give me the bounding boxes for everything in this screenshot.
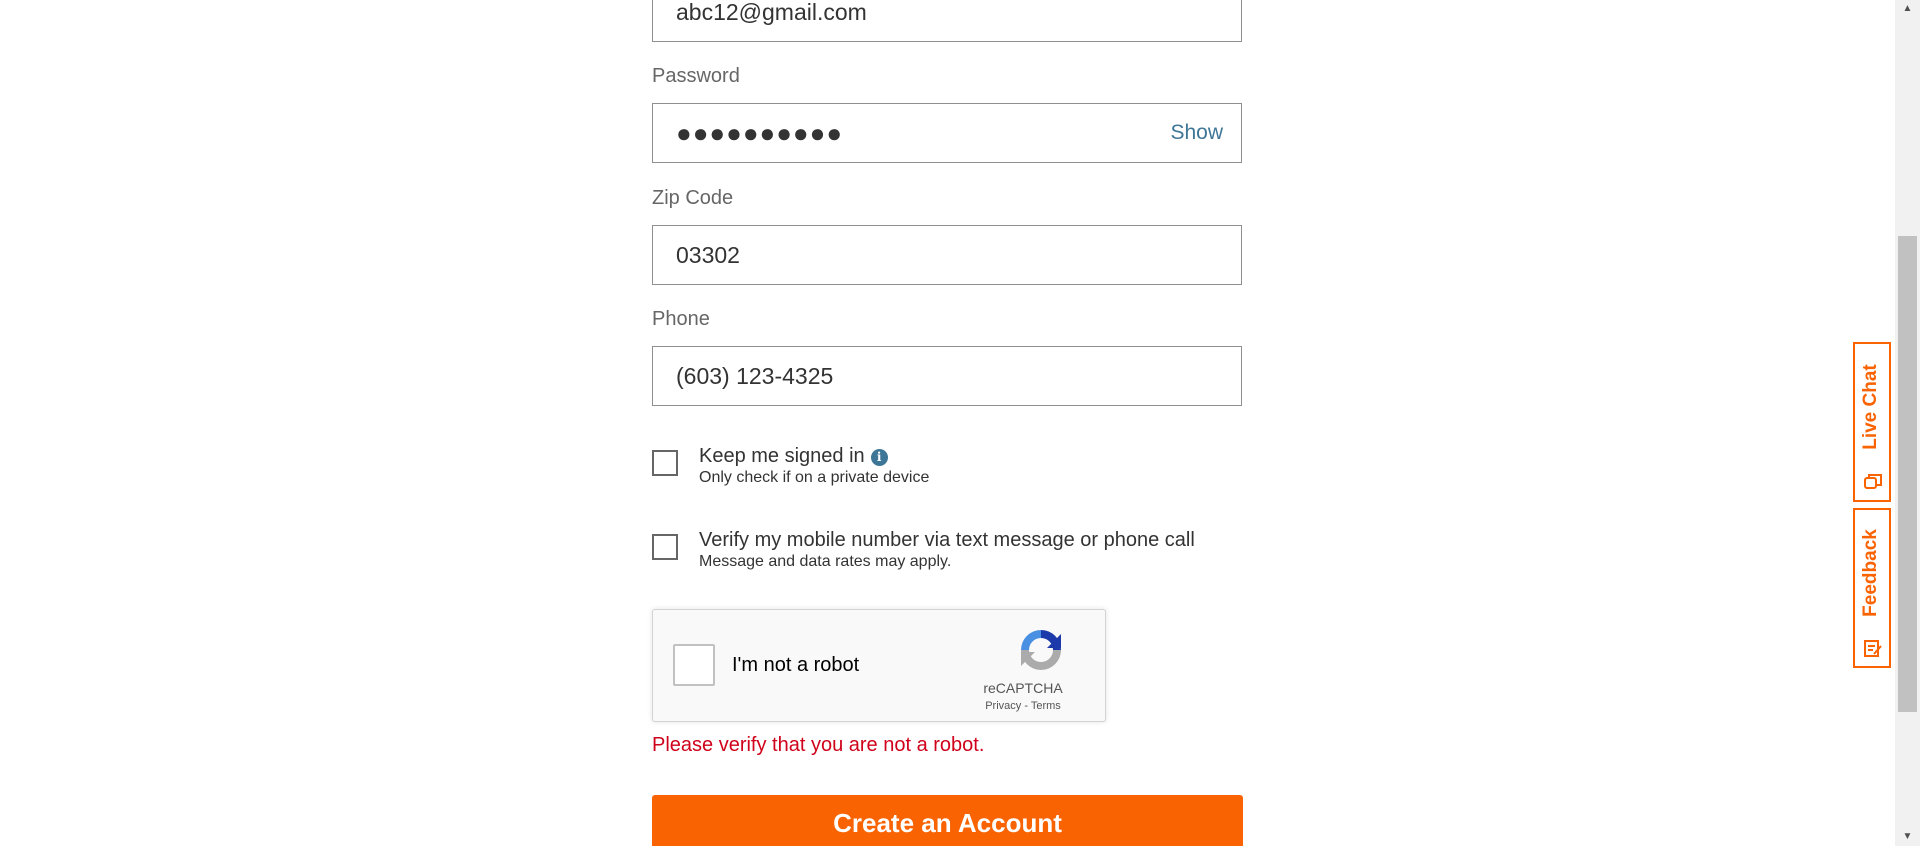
scroll-down-arrow-icon[interactable]: ▼ [1895,828,1920,846]
verify-mobile-subtitle: Message and data rates may apply. [699,553,952,570]
info-icon[interactable]: i [870,449,888,466]
scroll-up-arrow-icon[interactable]: ▲ [1895,0,1920,18]
recaptcha-logo-icon [1021,630,1061,670]
recaptcha-checkbox[interactable] [673,644,715,686]
feedback-tab[interactable]: Feedback [1853,508,1891,668]
keep-signed-in-title: Keep me signed in [699,445,865,467]
feedback-edit-icon [1864,640,1882,657]
zip-code-field[interactable]: 03302 [652,225,1242,285]
create-account-button[interactable]: Create an Account [652,795,1243,846]
recaptcha-link-separator: - [1024,700,1028,712]
scroll-thumb[interactable] [1898,236,1917,712]
chat-bubble-icon [1864,474,1882,489]
verify-mobile-title: Verify my mobile number via text message… [699,529,1195,551]
recaptcha-terms-link[interactable]: Terms [1031,700,1061,712]
recaptcha-widget: I'm not a robot reCAPTCHA Privacy - Term… [652,609,1106,722]
password-field[interactable]: ●●●●●●●●●● Show [652,103,1242,163]
page: abc12@gmail.com Password ●●●●●●●●●● Show… [0,0,1920,846]
page-scrollbar[interactable]: ▲ ▼ [1895,0,1920,846]
zip-code-value: 03302 [676,242,740,268]
keep-signed-in-subtitle: Only check if on a private device [699,469,930,486]
email-field[interactable]: abc12@gmail.com [652,0,1242,42]
keep-signed-in-checkbox[interactable] [652,450,678,476]
email-value: abc12@gmail.com [676,0,867,25]
keep-signed-in-label: Keep me signed in i [699,445,888,468]
feedback-label: Feedback [1860,529,1881,617]
zip-code-label: Zip Code [652,187,734,209]
recaptcha-error-message: Please verify that you are not a robot. [652,734,985,756]
recaptcha-label: I'm not a robot [732,654,860,676]
phone-label: Phone [652,308,710,330]
verify-mobile-checkbox[interactable] [652,534,678,560]
live-chat-label: Live Chat [1860,364,1881,450]
show-password-link[interactable]: Show [1170,104,1223,162]
recaptcha-links: Privacy - Terms [953,700,1093,712]
phone-field[interactable]: (603) 123-4325 [652,346,1242,406]
recaptcha-brand: reCAPTCHA [983,680,1063,696]
password-value: ●●●●●●●●●● [676,118,844,148]
password-label: Password [652,65,740,87]
recaptcha-privacy-link[interactable]: Privacy [985,700,1021,712]
live-chat-tab[interactable]: Live Chat [1853,342,1891,502]
phone-value: (603) 123-4325 [676,363,834,389]
